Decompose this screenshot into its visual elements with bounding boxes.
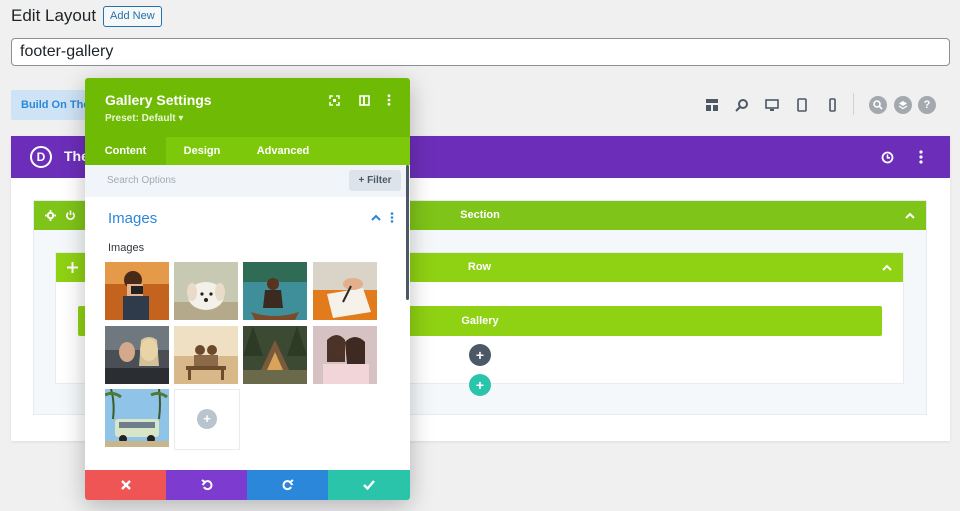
search-options-input[interactable]: Search Options [107,175,176,186]
history-icon[interactable] [879,149,895,165]
modal-tabs: Content Design Advanced [85,137,410,165]
gallery-image-two-women-in-car[interactable] [105,326,169,384]
modal-more-icon[interactable] [382,93,396,107]
page-title: Edit Layout [11,6,97,25]
section-collapse-icon[interactable] [902,207,918,223]
more-options-icon[interactable] [913,149,929,165]
tab-content[interactable]: Content [85,137,166,165]
gallery-image-vintage-van-with-palms[interactable] [105,389,169,447]
phone-view-icon[interactable] [823,96,841,114]
undo-button[interactable] [166,470,248,500]
cancel-button[interactable] [85,470,167,500]
gallery-image-hand-writing-notebook[interactable] [313,262,377,320]
add-image-button[interactable]: + [174,389,240,450]
layers-icon[interactable] [894,96,912,114]
modal-header: Gallery Settings Preset: Default ▾ [85,78,410,137]
dock-modal-icon[interactable] [357,93,371,107]
wireframe-view-icon[interactable] [703,96,721,114]
desktop-view-icon[interactable] [763,96,781,114]
undo-icon [201,479,213,491]
gallery-image-two-women-selfie[interactable] [313,326,377,384]
images-group-title[interactable]: Images [108,210,157,227]
modal-title: Gallery Settings [105,92,212,108]
filter-button[interactable]: + Filter [349,170,401,191]
save-button[interactable] [328,470,410,500]
redo-button[interactable] [247,470,329,500]
zoom-icon[interactable] [733,96,751,114]
group-more-icon[interactable] [390,212,394,226]
add-module-button[interactable]: + [469,344,491,366]
images-field-label: Images [108,242,145,254]
gallery-image-couple-on-bench[interactable] [174,326,238,384]
gallery-settings-modal: Gallery Settings Preset: Default ▾ Conte… [85,78,410,500]
row-collapse-icon[interactable] [879,259,895,275]
add-image-plus-icon: + [197,409,217,429]
divi-logo: D [30,146,52,168]
close-icon [121,480,131,490]
options-search: Search Options + Filter [85,165,410,197]
tab-design[interactable]: Design [166,137,238,165]
gallery-image-woman-with-camera[interactable] [105,262,169,320]
expand-modal-icon[interactable] [327,93,341,107]
add-new-button[interactable]: Add New [103,6,162,27]
tablet-view-icon[interactable] [793,96,811,114]
layout-title-input[interactable]: footer-gallery [11,38,950,66]
search-icon[interactable] [869,96,887,114]
tab-advanced[interactable]: Advanced [238,137,328,165]
gallery-image-woman-in-canoe[interactable] [243,262,307,320]
modal-scrollbar[interactable] [406,165,409,300]
gallery-image-cabin-in-forest[interactable] [243,326,307,384]
toolbar-divider [853,93,854,115]
checkmark-icon [363,480,375,490]
gallery-image-white-puppy[interactable] [174,262,238,320]
add-row-button[interactable]: + [469,374,491,396]
preset-selector[interactable]: Preset: Default ▾ [105,113,183,124]
help-icon[interactable]: ? [918,96,936,114]
redo-icon [282,479,294,491]
group-collapse-icon[interactable] [371,212,381,224]
